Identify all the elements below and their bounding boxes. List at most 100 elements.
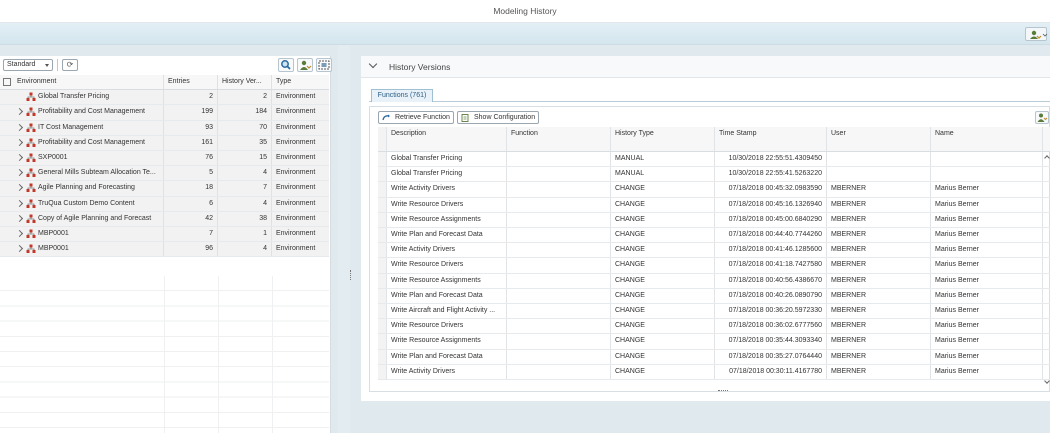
select-all-rows[interactable]	[378, 127, 387, 151]
show-configuration-button[interactable]: Show Configuration	[457, 111, 539, 124]
panel-splitter[interactable]	[338, 45, 350, 433]
row-selector[interactable]	[378, 228, 387, 243]
chevron-right-icon[interactable]	[15, 153, 24, 162]
chevron-right-icon[interactable]	[15, 123, 24, 131]
row-selector[interactable]	[378, 273, 387, 288]
row-selector[interactable]	[378, 182, 387, 197]
environment-row[interactable]: MBP0001 7 1 Environment	[0, 227, 329, 243]
history-row[interactable]: Write Activity Drivers CHANGE 07/18/2018 0…	[378, 182, 1050, 198]
history-row[interactable]: Write Resource Drivers CHANGE 07/18/2018 0…	[378, 197, 1050, 213]
history-row[interactable]: Write Activity Drivers CHANGE 07/18/2018 0…	[378, 364, 1050, 380]
row-selector[interactable]	[378, 364, 387, 379]
row-selector[interactable]	[378, 304, 387, 319]
row-selector[interactable]	[378, 167, 387, 182]
environment-row[interactable]: Profitability and Cost Management 161 35 En…	[0, 135, 329, 151]
entries-cell: 18	[164, 181, 218, 196]
history-type-cell: CHANGE	[611, 349, 715, 364]
history-row[interactable]: Global Transfer Pricing MANUAL 10/30/2018 …	[378, 152, 1050, 168]
entries-cell: 7	[164, 227, 218, 242]
history-row[interactable]: Write Aircraft and Flight Activity ... CH…	[378, 304, 1050, 320]
history-row[interactable]: Write Activity Drivers CHANGE 07/18/2018 0…	[378, 243, 1050, 259]
environment-row[interactable]: TruQua Custom Demo Content 6 4 Environment	[0, 196, 329, 212]
tab-functions[interactable]: Functions (761)	[371, 89, 433, 102]
column-time-stamp[interactable]: Time Stamp	[715, 127, 827, 151]
column-type[interactable]: Type	[272, 75, 329, 89]
description-cell: Write Plan and Forecast Data	[387, 228, 507, 243]
history-table-header: Description Function History Type Time S…	[378, 127, 1050, 152]
row-selector[interactable]	[378, 243, 387, 258]
layout-variant-select[interactable]: Standard	[3, 59, 53, 71]
history-row[interactable]: Write Resource Assignments CHANGE 07/18/20…	[378, 334, 1050, 350]
column-user[interactable]: User	[827, 127, 931, 151]
function-cell	[507, 152, 611, 167]
chevron-right-icon[interactable]	[15, 199, 24, 207]
row-selector[interactable]	[378, 319, 387, 334]
column-name[interactable]: Name	[931, 127, 1043, 151]
functions-user-settings-button[interactable]	[1035, 111, 1049, 124]
row-selector[interactable]	[378, 258, 387, 273]
column-history-type[interactable]: History Type	[611, 127, 715, 151]
top-user-settings-button[interactable]	[1025, 27, 1048, 41]
history-row[interactable]: Write Resource Assignments CHANGE 07/18/20…	[378, 273, 1050, 289]
user-cell: MBERNER	[827, 212, 931, 227]
environment-row[interactable]: IT Cost Management 93 70 Environment	[0, 120, 329, 136]
scroll-down-icon[interactable]	[1044, 378, 1050, 384]
user-cell: MBERNER	[827, 273, 931, 288]
retrieve-function-button[interactable]: Retrieve Function	[378, 111, 454, 124]
environment-row[interactable]: SXP0001 76 15 Environment	[0, 151, 329, 167]
row-selector[interactable]	[378, 349, 387, 364]
history-row[interactable]: Write Plan and Forecast Data CHANGE 07/18/…	[378, 228, 1050, 244]
chevron-right-icon[interactable]	[15, 214, 24, 222]
name-cell: Marius Berner	[931, 364, 1043, 379]
user-cell: MBERNER	[827, 182, 931, 197]
history-row[interactable]: Write Plan and Forecast Data CHANGE 07/18/…	[378, 288, 1050, 304]
row-selector[interactable]	[378, 288, 387, 303]
select-all-button[interactable]	[316, 58, 332, 72]
environment-row[interactable]: Agile Planning and Forecasting 18 7 Environ…	[0, 181, 329, 197]
history-row[interactable]: Write Resource Drivers CHANGE 07/18/2018 0…	[378, 319, 1050, 335]
chevron-right-icon[interactable]	[15, 229, 24, 238]
time-stamp-cell: 10/30/2018 22:55:41.5263220	[715, 167, 827, 182]
row-selector[interactable]	[378, 152, 387, 167]
chevron-right-icon[interactable]	[15, 108, 24, 116]
refresh-button[interactable]: ⟳	[62, 59, 78, 71]
environment-row[interactable]: Global Transfer Pricing 2 2 Environment	[0, 90, 329, 106]
row-selector[interactable]	[378, 212, 387, 227]
history-row[interactable]: Global Transfer Pricing MANUAL 10/30/2018 …	[378, 167, 1050, 183]
chevron-right-icon[interactable]	[15, 184, 24, 192]
history-row[interactable]: Write Resource Drivers CHANGE 07/18/2018 0…	[378, 258, 1050, 274]
column-function[interactable]: Function	[507, 127, 611, 151]
column-description[interactable]: Description	[387, 127, 507, 151]
scroll-up-icon[interactable]	[1044, 155, 1050, 161]
environment-row[interactable]: Profitability and Cost Management 199 184 E…	[0, 105, 329, 121]
environment-row[interactable]: MBP0001 96 4 Environment	[0, 242, 329, 258]
environment-node-icon	[26, 199, 36, 208]
chevron-down-icon[interactable]	[368, 59, 378, 69]
function-cell	[507, 258, 611, 273]
history-row[interactable]: Write Resource Assignments CHANGE 07/18/20…	[378, 212, 1050, 228]
function-cell	[507, 228, 611, 243]
vertical-scrollbar[interactable]	[1043, 152, 1050, 387]
collapse-all-icon[interactable]	[3, 78, 11, 86]
history-row[interactable]: Write Plan and Forecast Data CHANGE 07/18/…	[378, 349, 1050, 365]
chevron-right-icon[interactable]	[15, 138, 24, 146]
search-button[interactable]	[278, 58, 294, 72]
description-cell: Write Activity Drivers	[387, 182, 507, 197]
history-versions-cell: 4	[218, 166, 272, 181]
environment-row[interactable]: General Mills Subteam Allocation Te... 5 4…	[0, 166, 329, 182]
entries-cell: 2	[164, 90, 218, 105]
row-selector[interactable]	[378, 197, 387, 212]
splitter-grip-icon[interactable]	[350, 270, 352, 280]
type-cell: Environment	[276, 169, 316, 177]
user-settings-button[interactable]	[297, 58, 313, 72]
resize-grip-icon[interactable]	[718, 390, 728, 392]
row-selector[interactable]	[378, 334, 387, 349]
history-versions-header[interactable]: History Versions	[361, 56, 1050, 78]
column-history-versions[interactable]: History Ver...	[218, 75, 272, 90]
chevron-right-icon[interactable]	[15, 169, 24, 177]
chevron-right-icon[interactable]	[15, 245, 24, 253]
name-cell: Marius Berner	[931, 228, 1043, 243]
search-icon	[281, 60, 291, 70]
column-entries[interactable]: Entries	[164, 75, 218, 90]
environment-row[interactable]: Copy of Agile Planning and Forecast 42 38 E…	[0, 211, 329, 227]
